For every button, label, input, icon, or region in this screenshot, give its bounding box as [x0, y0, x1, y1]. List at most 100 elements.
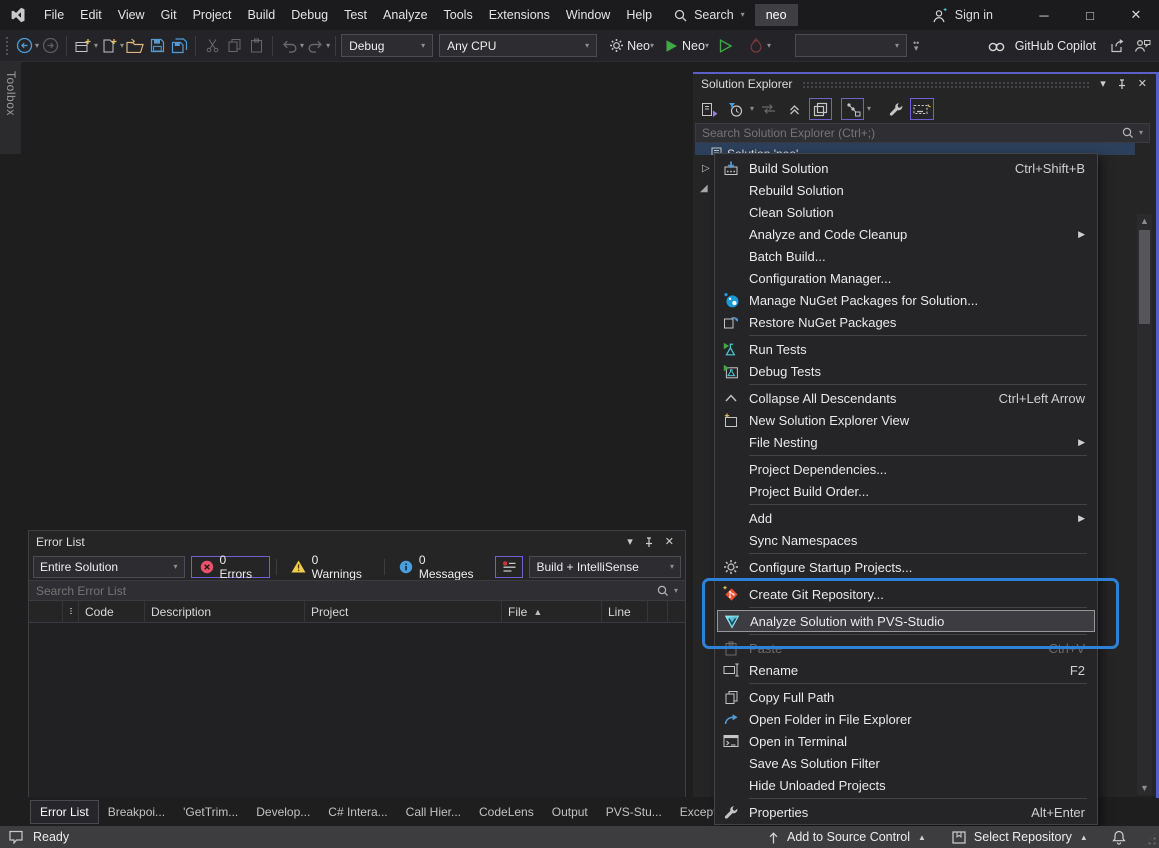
chevron-down-icon[interactable]: ▾ [867, 105, 871, 113]
menu-item-configure-startup-projects[interactable]: Configure Startup Projects... [715, 556, 1097, 578]
chevron-down-icon[interactable]: ▾ [326, 42, 330, 50]
navigate-back-button[interactable] [13, 34, 35, 58]
menu-tools[interactable]: Tools [436, 0, 481, 30]
resize-grip[interactable] [1143, 832, 1157, 846]
column-header-file[interactable]: File▲ [502, 601, 602, 622]
menu-item-project-build-order[interactable]: Project Build Order... [715, 480, 1097, 502]
menu-view[interactable]: View [110, 0, 153, 30]
menu-item-hide-unloaded-projects[interactable]: Hide Unloaded Projects [715, 774, 1097, 796]
pin-icon[interactable] [644, 537, 654, 548]
menu-item-open-folder-in-file-explorer[interactable]: Open Folder in File Explorer [715, 708, 1097, 730]
collapse-all-button[interactable] [783, 98, 806, 120]
menu-debug[interactable]: Debug [283, 0, 336, 30]
tab-pvs-stu[interactable]: PVS-Stu... [597, 801, 671, 823]
menu-item-project-dependencies[interactable]: Project Dependencies... [715, 458, 1097, 480]
switch-views-button[interactable] [698, 98, 721, 120]
tab-c-intera[interactable]: C# Intera... [319, 801, 396, 823]
chevron-down-icon[interactable]: ▾ [750, 105, 754, 113]
window-position-icon[interactable]: ▾ [1100, 79, 1106, 90]
start-without-debugging-button[interactable] [715, 34, 737, 58]
redo-button[interactable] [304, 34, 326, 58]
scroll-down-icon[interactable]: ▼ [1137, 781, 1152, 795]
start-debugging-button[interactable] [660, 34, 682, 58]
empty-dropdown[interactable]: ▾ [795, 34, 907, 57]
solution-explorer-titlebar[interactable]: Solution Explorer ▾ ✕ [693, 74, 1159, 94]
errors-toggle[interactable]: 0 Errors [191, 556, 270, 578]
solution-explorer-search[interactable]: ▾ [695, 123, 1150, 143]
paste-button[interactable] [245, 34, 267, 58]
share-icon[interactable] [1109, 38, 1125, 53]
chevron-down-icon[interactable]: ▾ [674, 587, 678, 595]
show-all-files-button[interactable] [809, 98, 832, 120]
tree-expanded-arrow-icon[interactable]: ◢ [700, 183, 708, 194]
menu-item-save-as-solution-filter[interactable]: Save As Solution Filter [715, 752, 1097, 774]
bell-icon[interactable] [1112, 830, 1126, 845]
new-project-button[interactable] [72, 34, 94, 58]
menu-item-analyze-and-code-cleanup[interactable]: Analyze and Code Cleanup▶ [715, 223, 1097, 245]
menu-item-batch-build[interactable]: Batch Build... [715, 245, 1097, 267]
chevron-down-icon[interactable]: ▾ [650, 42, 654, 50]
menu-item-debug-tests[interactable]: Debug Tests [715, 360, 1097, 382]
filter-messages-toggle[interactable] [495, 556, 523, 578]
warnings-toggle[interactable]: 0 Warnings [283, 556, 378, 578]
menu-item-file-nesting[interactable]: File Nesting▶ [715, 431, 1097, 453]
menu-item-create-git-repository[interactable]: Create Git Repository... [715, 583, 1097, 605]
menu-help[interactable]: Help [618, 0, 660, 30]
configuration-dropdown[interactable]: Debug▾ [341, 34, 433, 57]
maximize-button[interactable]: □ [1067, 0, 1113, 30]
error-list-search-input[interactable] [36, 584, 657, 598]
save-button[interactable] [146, 34, 168, 58]
menu-item-manage-nuget-packages-for-solution[interactable]: Manage NuGet Packages for Solution... [715, 289, 1097, 311]
menu-item-properties[interactable]: PropertiesAlt+Enter [715, 801, 1097, 823]
search-context-chip[interactable]: neo [755, 4, 798, 26]
column-header-description[interactable]: Description [145, 601, 305, 622]
navigate-forward-button[interactable] [39, 34, 61, 58]
sync-button[interactable] [757, 98, 780, 120]
column-header-line[interactable]: Line [602, 601, 648, 622]
scrollbar-thumb[interactable] [1139, 230, 1150, 324]
menu-git[interactable]: Git [153, 0, 185, 30]
save-all-button[interactable] [168, 34, 190, 58]
cut-button[interactable] [201, 34, 223, 58]
tab-develop[interactable]: Develop... [247, 801, 319, 823]
scroll-up-icon[interactable]: ▲ [1137, 214, 1152, 228]
menu-item-rename[interactable]: RenameF2 [715, 659, 1097, 681]
copy-button[interactable] [223, 34, 245, 58]
error-list-titlebar[interactable]: Error List ▾ ✕ [29, 531, 685, 553]
global-search[interactable]: Search ▾ [674, 8, 745, 22]
feedback-bubble-icon[interactable] [8, 830, 24, 844]
close-icon[interactable]: ✕ [1138, 79, 1147, 90]
select-repository-button[interactable]: Select Repository ▲ [952, 830, 1088, 844]
properties-button[interactable] [884, 98, 907, 120]
menu-item-run-tests[interactable]: Run Tests [715, 338, 1097, 360]
toolbar-drag-handle[interactable] [5, 36, 10, 56]
chevron-down-icon[interactable]: ▾ [767, 42, 771, 50]
run-target-label[interactable]: Neo [682, 39, 705, 53]
chevron-down-icon[interactable]: ▾ [1139, 129, 1143, 137]
messages-toggle[interactable]: 0 Messages [391, 556, 490, 578]
minimize-button[interactable]: ─ [1021, 0, 1067, 30]
hot-reload-button[interactable] [745, 34, 767, 58]
menu-item-collapse-all-descendants[interactable]: Collapse All DescendantsCtrl+Left Arrow [715, 387, 1097, 409]
platform-dropdown[interactable]: Any CPU▾ [439, 34, 597, 57]
sync-with-active-document-button[interactable] [841, 98, 864, 120]
chevron-down-icon[interactable]: ▾ [705, 42, 709, 50]
close-button[interactable]: ✕ [1113, 0, 1159, 30]
new-file-button[interactable] [98, 34, 120, 58]
menu-window[interactable]: Window [558, 0, 618, 30]
startup-project-label[interactable]: Neo [627, 39, 650, 53]
search-icon[interactable] [1122, 127, 1134, 139]
menu-item-build-solution[interactable]: Build SolutionCtrl+Shift+B [715, 157, 1097, 179]
tab-error-list[interactable]: Error List [30, 800, 99, 824]
error-list-body[interactable] [29, 623, 685, 797]
menu-edit[interactable]: Edit [72, 0, 110, 30]
tab-output[interactable]: Output [543, 801, 597, 823]
tab-gettrim[interactable]: 'GetTrim... [174, 801, 247, 823]
menu-item-copy-full-path[interactable]: Copy Full Path [715, 686, 1097, 708]
menu-item-sync-namespaces[interactable]: Sync Namespaces [715, 529, 1097, 551]
menu-item-rebuild-solution[interactable]: Rebuild Solution [715, 179, 1097, 201]
close-icon[interactable]: ✕ [665, 537, 674, 548]
error-source-dropdown[interactable]: Build + IntelliSense▾ [529, 556, 681, 578]
menu-item-new-solution-explorer-view[interactable]: New Solution Explorer View [715, 409, 1097, 431]
menu-project[interactable]: Project [185, 0, 240, 30]
